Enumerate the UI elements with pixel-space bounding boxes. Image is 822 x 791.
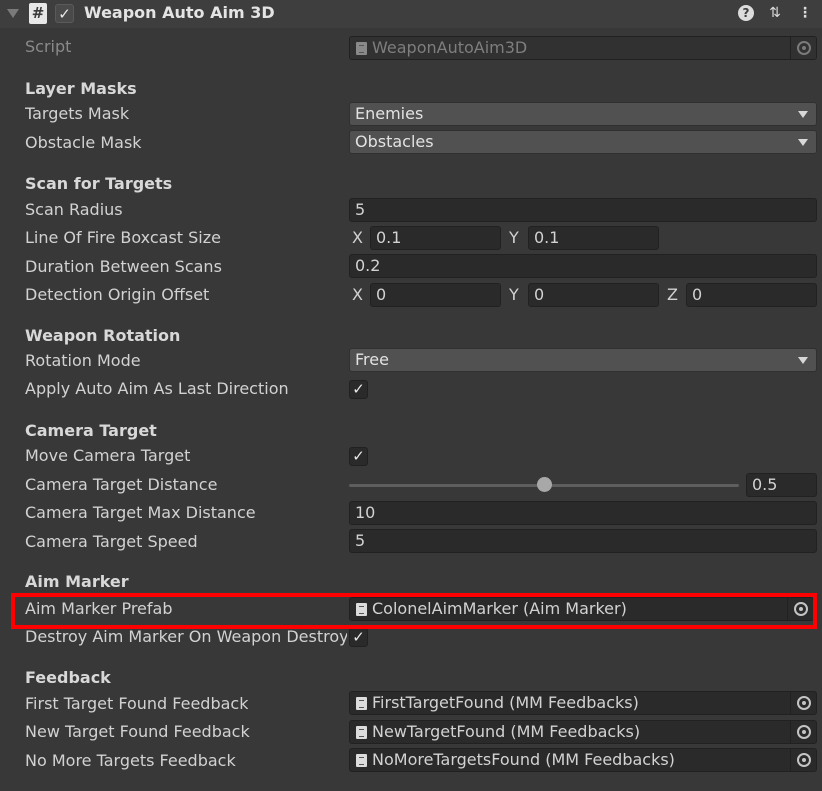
foldout-arrow-icon[interactable]: [7, 9, 19, 18]
presets-icon[interactable]: ⇅: [766, 4, 784, 22]
feedback-asset-icon: [356, 726, 367, 739]
component-enabled-checkbox[interactable]: ✓: [55, 4, 74, 23]
aim-marker-prefab-value: ColonelAimMarker (Aim Marker): [372, 599, 627, 618]
obstacle-mask-value: Obstacles: [355, 132, 434, 151]
component-title: Weapon Auto Aim 3D: [84, 3, 275, 22]
origin-x-label: X: [352, 285, 363, 304]
help-icon[interactable]: ?: [738, 5, 754, 21]
feedback-asset-icon: [356, 697, 367, 710]
apply-auto-aim-checkbox[interactable]: ✓: [349, 380, 368, 399]
first-target-feedback-label: First Target Found Feedback: [25, 694, 249, 713]
feedback-asset-icon: [356, 754, 367, 767]
boxcast-size-label: Line Of Fire Boxcast Size: [25, 228, 221, 247]
script-field: WeaponAutoAim3D: [349, 36, 817, 60]
destroy-aim-marker-label: Destroy Aim Marker On Weapon Destroy: [25, 627, 347, 646]
section-scan-for-targets: Scan for Targets: [25, 174, 173, 193]
boxcast-x-label: X: [352, 228, 363, 247]
object-picker-icon[interactable]: [790, 721, 816, 743]
dropdown-arrow-icon: [798, 357, 808, 364]
origin-z-field[interactable]: 0: [686, 283, 817, 307]
object-picker-icon[interactable]: [787, 598, 813, 620]
new-target-feedback-field[interactable]: NewTargetFound (MM Feedbacks): [349, 720, 817, 744]
origin-y-label: Y: [509, 285, 519, 304]
aim-marker-prefab-field[interactable]: ColonelAimMarker (Aim Marker): [349, 597, 814, 621]
script-icon: #: [29, 3, 47, 24]
first-target-feedback-value: FirstTargetFound (MM Feedbacks): [372, 693, 639, 712]
script-label: Script: [25, 37, 72, 56]
section-weapon-rotation: Weapon Rotation: [25, 326, 181, 345]
camera-target-max-distance-label: Camera Target Max Distance: [25, 503, 256, 522]
boxcast-y-label: Y: [509, 228, 519, 247]
component-header[interactable]: # ✓ Weapon Auto Aim 3D ? ⇅ ⋮: [0, 0, 822, 28]
no-more-targets-feedback-label: No More Targets Feedback: [25, 751, 236, 770]
camera-target-max-distance-field[interactable]: 10: [349, 501, 817, 525]
object-picker-icon: [790, 37, 816, 59]
new-target-feedback-label: New Target Found Feedback: [25, 722, 250, 741]
script-asset-icon: [356, 42, 367, 55]
section-feedback: Feedback: [25, 668, 111, 687]
obstacle-mask-label: Obstacle Mask: [25, 133, 142, 152]
origin-z-label: Z: [667, 285, 678, 304]
new-target-feedback-value: NewTargetFound (MM Feedbacks): [372, 722, 641, 741]
no-more-targets-feedback-field[interactable]: NoMoreTargetsFound (MM Feedbacks): [349, 748, 817, 772]
scan-radius-label: Scan Radius: [25, 200, 123, 219]
boxcast-y-field[interactable]: 0.1: [528, 226, 659, 250]
duration-between-scans-label: Duration Between Scans: [25, 257, 222, 276]
context-menu-icon[interactable]: ⋮: [796, 4, 814, 22]
rotation-mode-value: Free: [355, 350, 389, 369]
obstacle-mask-dropdown[interactable]: Obstacles: [349, 130, 817, 154]
section-layer-masks: Layer Masks: [25, 79, 137, 98]
rotation-mode-label: Rotation Mode: [25, 351, 141, 370]
no-more-targets-feedback-value: NoMoreTargetsFound (MM Feedbacks): [372, 750, 675, 769]
apply-auto-aim-label: Apply Auto Aim As Last Direction: [25, 379, 289, 398]
detection-origin-label: Detection Origin Offset: [25, 285, 210, 304]
aim-marker-prefab-label: Aim Marker Prefab: [25, 599, 173, 618]
camera-target-speed-label: Camera Target Speed: [25, 532, 198, 551]
object-picker-icon[interactable]: [790, 692, 816, 714]
targets-mask-dropdown[interactable]: Enemies: [349, 102, 817, 126]
move-camera-target-label: Move Camera Target: [25, 446, 191, 465]
prefab-asset-icon: [356, 603, 367, 616]
dropdown-arrow-icon: [798, 139, 808, 146]
camera-distance-slider-thumb[interactable]: [536, 477, 552, 492]
boxcast-x-field[interactable]: 0.1: [370, 226, 501, 250]
camera-target-speed-field[interactable]: 5: [349, 529, 817, 553]
object-picker-icon[interactable]: [790, 749, 816, 771]
scan-radius-field[interactable]: 5: [349, 198, 817, 222]
targets-mask-value: Enemies: [355, 104, 424, 123]
targets-mask-label: Targets Mask: [25, 104, 130, 123]
origin-x-field[interactable]: 0: [370, 283, 501, 307]
origin-y-field[interactable]: 0: [528, 283, 659, 307]
dropdown-arrow-icon: [798, 111, 808, 118]
first-target-feedback-field[interactable]: FirstTargetFound (MM Feedbacks): [349, 691, 817, 715]
script-value: WeaponAutoAim3D: [372, 38, 528, 57]
section-camera-target: Camera Target: [25, 421, 157, 440]
camera-target-distance-field[interactable]: 0.5: [746, 473, 817, 497]
move-camera-target-checkbox[interactable]: ✓: [349, 447, 368, 466]
camera-target-distance-label: Camera Target Distance: [25, 475, 218, 494]
rotation-mode-dropdown[interactable]: Free: [349, 348, 817, 372]
section-aim-marker: Aim Marker: [25, 572, 129, 591]
duration-between-scans-field[interactable]: 0.2: [349, 254, 817, 278]
destroy-aim-marker-checkbox[interactable]: ✓: [349, 628, 368, 647]
